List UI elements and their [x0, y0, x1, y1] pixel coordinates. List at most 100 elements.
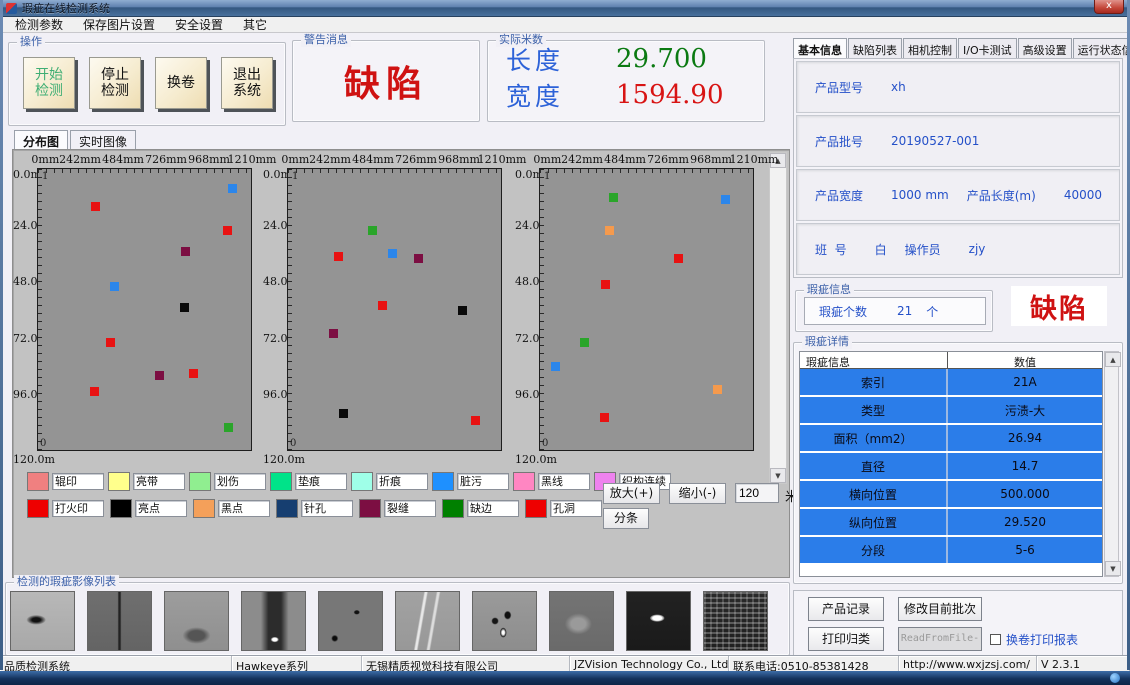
defect-point[interactable]: [91, 202, 100, 211]
tab-相机控制[interactable]: 相机控制: [903, 38, 957, 58]
defect-point[interactable]: [609, 193, 618, 202]
legend-label: 打火印: [52, 500, 104, 517]
x-tick-label: 484mm: [352, 153, 394, 166]
checkbox-icon[interactable]: [990, 634, 1001, 645]
panel-index-label: 1: [292, 171, 298, 182]
scatter-panel: 0mm242mm484mm726mm968mm1210mm0.0m24.0m48…: [265, 153, 505, 465]
defect-detail-group: 瑕疵详情 瑕疵信息 数值 索引21A类型污渍-大面积（mm2）26.94直径14…: [793, 342, 1123, 584]
defect-point[interactable]: [713, 385, 722, 394]
plot-area[interactable]: 10: [287, 168, 502, 451]
y-axis-labels: 0.0m24.0m48.0m72.0m96.0m: [263, 168, 287, 451]
status-segment: http://www.wxjzsj.com/: [899, 656, 1037, 671]
scroll-up-icon[interactable]: ▲: [1105, 352, 1121, 367]
legend-item: 辊印: [27, 468, 108, 495]
zoom-in-button[interactable]: 放大(+): [603, 483, 660, 504]
zoom-out-button[interactable]: 缩小(-): [669, 483, 726, 504]
defect-point[interactable]: [181, 247, 190, 256]
defect-thumbnail[interactable]: [549, 591, 614, 651]
view-tab-实时图像[interactable]: 实时图像: [70, 130, 136, 149]
scroll-down-icon[interactable]: ▼: [1105, 561, 1121, 576]
defect-point[interactable]: [580, 338, 589, 347]
legend-swatch: [27, 499, 49, 518]
title-bar: 瑕疵在线检测系统 x: [0, 0, 1130, 17]
detail-table-row[interactable]: 索引21A: [800, 369, 1102, 397]
modify-batch-button[interactable]: 修改目前批次: [898, 597, 982, 621]
detail-table-row[interactable]: 分段5-6: [800, 537, 1102, 565]
defect-thumbnail[interactable]: [703, 591, 768, 651]
defect-point[interactable]: [106, 338, 115, 347]
defect-thumbnail[interactable]: [241, 591, 306, 651]
detail-table-row[interactable]: 纵向位置29.520: [800, 509, 1102, 537]
defect-point[interactable]: [368, 226, 377, 235]
defect-thumbnail[interactable]: [164, 591, 229, 651]
plot-vertical-scrollbar[interactable]: ▲ ▼: [769, 152, 787, 484]
tab-基本信息[interactable]: 基本信息: [793, 38, 847, 58]
defect-point[interactable]: [339, 409, 348, 418]
windows-taskbar[interactable]: [0, 671, 1130, 685]
defect-point[interactable]: [601, 280, 610, 289]
defect-point[interactable]: [721, 195, 730, 204]
menu-item[interactable]: 检测参数: [6, 16, 72, 33]
defect-point[interactable]: [228, 184, 237, 193]
defect-point[interactable]: [605, 226, 614, 235]
x-tick-label: 0mm: [31, 153, 59, 166]
menu-item[interactable]: 保存图片设置: [74, 16, 164, 33]
defect-thumbnail[interactable]: [626, 591, 691, 651]
detail-table-body: 索引21A类型污渍-大面积（mm2）26.94直径14.7横向位置500.000…: [800, 369, 1102, 565]
menu-item[interactable]: 其它: [234, 16, 276, 33]
tab-运行状态信息[interactable]: 运行状态信息: [1073, 38, 1130, 58]
product-info-label: 操作员: [905, 241, 941, 258]
detail-table-row[interactable]: 横向位置500.000: [800, 481, 1102, 509]
scroll-down-icon[interactable]: ▼: [770, 468, 786, 483]
op-button[interactable]: 停止 检测: [89, 57, 141, 109]
defect-point[interactable]: [90, 387, 99, 396]
defect-point[interactable]: [600, 413, 609, 422]
detail-scrollbar[interactable]: ▲ ▼: [1104, 351, 1119, 577]
defect-point[interactable]: [414, 254, 423, 263]
tab-高级设置[interactable]: 高级设置: [1018, 38, 1072, 58]
defect-point[interactable]: [471, 416, 480, 425]
defect-point[interactable]: [155, 371, 164, 380]
view-tab-分布图[interactable]: 分布图: [14, 130, 68, 149]
defect-thumbnail[interactable]: [318, 591, 383, 651]
defect-point[interactable]: [378, 301, 387, 310]
meter-row: 宽度1594.90: [488, 77, 764, 113]
defect-point[interactable]: [458, 306, 467, 315]
op-button[interactable]: 退出 系统: [221, 57, 273, 109]
detail-row-name: 纵向位置: [800, 509, 948, 535]
tray-icon[interactable]: [1110, 673, 1120, 683]
defect-point[interactable]: [224, 423, 233, 432]
split-button[interactable]: 分条: [603, 508, 649, 529]
defect-point[interactable]: [180, 303, 189, 312]
detail-row-name: 索引: [800, 369, 948, 395]
defect-thumbnail[interactable]: [10, 591, 75, 651]
print-classify-button[interactable]: 打印归类: [808, 627, 884, 651]
tab-缺陷列表[interactable]: 缺陷列表: [848, 38, 902, 58]
op-button[interactable]: 换卷: [155, 57, 207, 109]
detail-table-row[interactable]: 直径14.7: [800, 453, 1102, 481]
detail-table-row[interactable]: 面积（mm2）26.94: [800, 425, 1102, 453]
defect-point[interactable]: [674, 254, 683, 263]
x-tick-label: 0mm: [533, 153, 561, 166]
menu-item[interactable]: 安全设置: [166, 16, 232, 33]
defect-point[interactable]: [329, 329, 338, 338]
defect-thumbnail[interactable]: [395, 591, 460, 651]
defect-point[interactable]: [223, 226, 232, 235]
operation-group: 操作 开始 检测停止 检测换卷退出 系统: [8, 42, 286, 126]
defect-point[interactable]: [334, 252, 343, 261]
defect-point[interactable]: [551, 362, 560, 371]
defect-thumbnail[interactable]: [87, 591, 152, 651]
defect-point[interactable]: [189, 369, 198, 378]
defect-point[interactable]: [110, 282, 119, 291]
op-button[interactable]: 开始 检测: [23, 57, 75, 109]
length-input[interactable]: [735, 483, 779, 503]
detail-table-row[interactable]: 类型污渍-大: [800, 397, 1102, 425]
defect-thumbnail[interactable]: [472, 591, 537, 651]
product-record-button[interactable]: 产品记录: [808, 597, 884, 621]
plot-area[interactable]: 10: [37, 168, 252, 451]
close-button[interactable]: x: [1094, 0, 1124, 14]
print-report-checkbox[interactable]: 换卷打印报表: [990, 631, 1078, 648]
defect-point[interactable]: [388, 249, 397, 258]
tab-I/O卡测试[interactable]: I/O卡测试: [958, 38, 1017, 58]
plot-area[interactable]: 10: [539, 168, 754, 451]
